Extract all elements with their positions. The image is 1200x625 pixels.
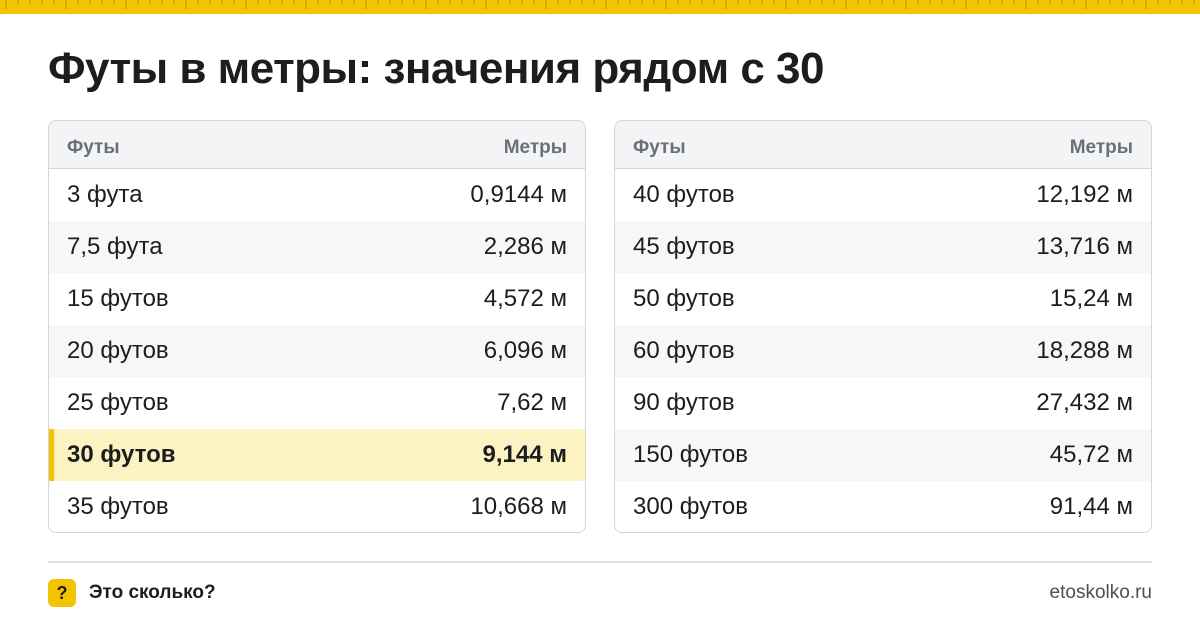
table-row-highlighted: 30 футов 9,144 м — [49, 429, 585, 481]
table-row: 20 футов 6,096 м — [49, 325, 585, 377]
table-row: 25 футов 7,62 м — [49, 377, 585, 429]
cell-meters: 27,432 м — [1036, 389, 1133, 416]
table-header: Футы Метры — [49, 121, 585, 169]
cell-meters: 10,668 м — [470, 493, 567, 520]
table-row: 3 фута 0,9144 м — [49, 169, 585, 221]
cell-meters: 0,9144 м — [470, 181, 567, 208]
table-row: 60 футов 18,288 м — [615, 325, 1151, 377]
header-meters: Метры — [503, 136, 567, 158]
cell-meters: 15,24 м — [1049, 285, 1133, 312]
cell-feet: 35 футов — [67, 493, 169, 520]
cell-feet: 30 футов — [67, 441, 176, 468]
cell-feet: 3 фута — [67, 181, 143, 208]
table-row: 45 футов 13,716 м — [615, 221, 1151, 273]
footer-divider — [48, 561, 1152, 563]
table-row: 35 футов 10,668 м — [49, 481, 585, 532]
conversion-table-right: Футы Метры 40 футов 12,192 м 45 футов 13… — [614, 120, 1152, 533]
table-header: Футы Метры — [615, 121, 1151, 169]
cell-meters: 91,44 м — [1049, 493, 1133, 520]
cell-feet: 300 футов — [633, 493, 749, 520]
table-row: 50 футов 15,24 м — [615, 273, 1151, 325]
table-row: 40 футов 12,192 м — [615, 169, 1151, 221]
cell-meters: 6,096 м — [483, 337, 567, 364]
table-row: 7,5 фута 2,286 м — [49, 221, 585, 273]
cell-feet: 150 футов — [633, 441, 749, 468]
header-meters: Метры — [1069, 136, 1133, 158]
cell-feet: 40 футов — [633, 181, 735, 208]
brand-name: Это сколько? — [89, 582, 216, 603]
cell-feet: 90 футов — [633, 389, 735, 416]
ruler-ticks — [5, 0, 1195, 9]
question-mark-icon: ? — [48, 579, 76, 607]
cell-feet: 25 футов — [67, 389, 169, 416]
cell-meters: 2,286 м — [483, 233, 567, 260]
table-row: 90 футов 27,432 м — [615, 377, 1151, 429]
site-url: etoskolko.ru — [1049, 582, 1152, 603]
table-row: 15 футов 4,572 м — [49, 273, 585, 325]
cell-feet: 7,5 фута — [67, 233, 163, 260]
cell-feet: 15 футов — [67, 285, 169, 312]
cell-meters: 18,288 м — [1036, 337, 1133, 364]
cell-feet: 20 футов — [67, 337, 169, 364]
header-feet: Футы — [633, 136, 686, 158]
cell-meters: 7,62 м — [497, 389, 567, 416]
table-row: 300 футов 91,44 м — [615, 481, 1151, 532]
brand: ? Это сколько? — [48, 579, 216, 607]
cell-meters: 9,144 м — [482, 441, 567, 468]
header-feet: Футы — [67, 136, 120, 158]
cell-meters: 45,72 м — [1049, 441, 1133, 468]
ruler-strip — [0, 0, 1200, 14]
cell-meters: 12,192 м — [1036, 181, 1133, 208]
cell-meters: 13,716 м — [1036, 233, 1133, 260]
cell-meters: 4,572 м — [483, 285, 567, 312]
table-row: 150 футов 45,72 м — [615, 429, 1151, 481]
cell-feet: 45 футов — [633, 233, 735, 260]
conversion-table-left: Футы Метры 3 фута 0,9144 м 7,5 фута 2,28… — [48, 120, 586, 533]
cell-feet: 50 футов — [633, 285, 735, 312]
cell-feet: 60 футов — [633, 337, 735, 364]
page-title: Футы в метры: значения рядом с 30 — [48, 44, 824, 93]
